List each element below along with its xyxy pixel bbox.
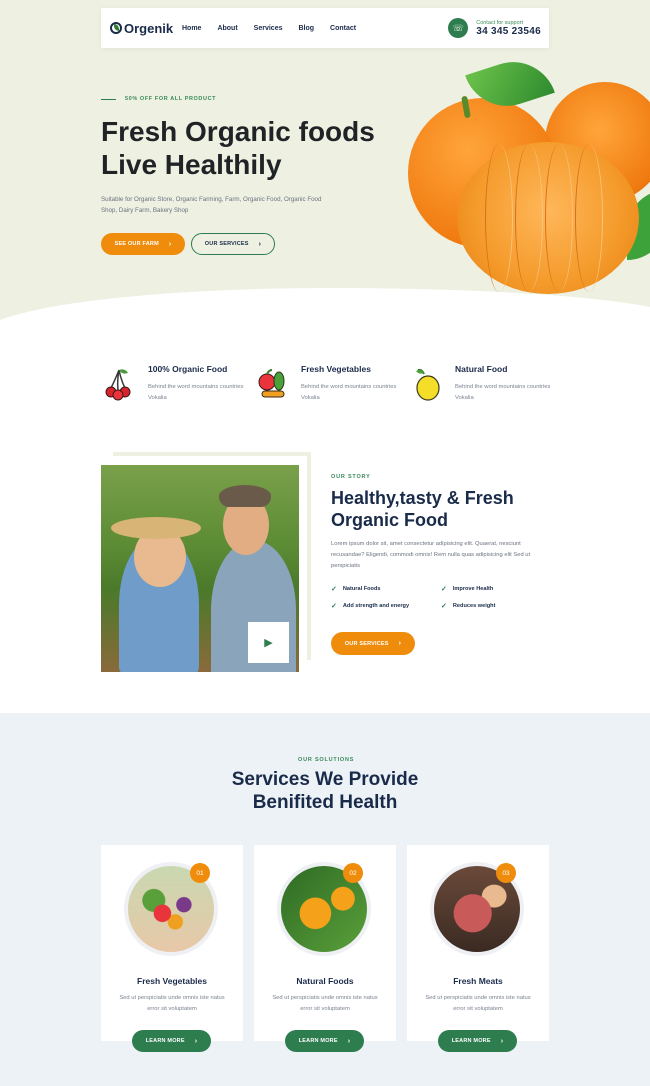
cherries-icon	[105, 369, 131, 401]
benefit-item: ✓ Improve Health	[441, 586, 494, 593]
card-number-badge: 01	[190, 863, 210, 883]
benefits-list: ✓ Natural Foods ✓ Improve Health ✓ Add stre…	[331, 585, 541, 610]
story-title: Healthy,tasty & Fresh Organic Food	[331, 488, 514, 530]
site-header: Orgenik Home About Services Blog Contact…	[101, 8, 549, 48]
features-row: 100% Organic Food Behind the word mounta…	[101, 364, 551, 412]
feature-title: Fresh Vegetables	[301, 364, 371, 374]
service-card: 02 Natural Foods Sed ut perspiciatis und…	[254, 845, 396, 1052]
our-services-button[interactable]: OUR SERVICES ›	[191, 233, 275, 255]
hero-tag: 50% OFF FOR ALL PRODUCT	[101, 96, 216, 102]
check-icon: ✓	[331, 586, 337, 593]
check-icon: ✓	[441, 603, 447, 610]
main-nav: Home About Services Blog Contact	[182, 25, 372, 32]
card-text: Sed ut perspiciatis unde omnis iste natu…	[272, 995, 378, 1012]
feature-title: Natural Food	[455, 364, 508, 374]
hero-description: Suitable for Organic Store, Organic Farm…	[101, 196, 322, 214]
chevron-right-icon: ›	[168, 240, 172, 248]
learn-more-button[interactable]: LEARN MORE ›	[285, 1030, 364, 1052]
chevron-right-icon: ›	[258, 240, 262, 248]
nav-services[interactable]: Services	[254, 25, 283, 32]
feature-text: Behind the word mountains countries Voka…	[148, 384, 244, 401]
card-title: Fresh Meats	[453, 976, 503, 986]
logo[interactable]: Orgenik	[110, 21, 174, 36]
hero-section: 50% OFF FOR ALL PRODUCT Fresh Organic fo…	[0, 0, 650, 330]
hero-title: Fresh Organic foods Live Healthily	[101, 116, 375, 180]
feature-title: 100% Organic Food	[148, 364, 228, 374]
benefit-item: ✓ Reduces weight	[441, 603, 496, 610]
see-our-farm-button[interactable]: SEE OUR FARM ›	[101, 233, 185, 255]
feature-item: Fresh Vegetables Behind the word mountai…	[254, 364, 404, 412]
card-title: Natural Foods	[296, 976, 354, 986]
story-description: Lorem ipsum dolor sit, amet consectetur …	[331, 541, 531, 569]
lemon-icon	[416, 368, 440, 401]
chevron-right-icon: ›	[194, 1037, 198, 1045]
headset-icon: ☏	[448, 18, 469, 38]
play-icon: ▶	[264, 637, 273, 649]
check-icon: ✓	[441, 586, 447, 593]
support-contact[interactable]: ☏ Contact for support 34 345 23546	[448, 18, 541, 38]
learn-more-button[interactable]: LEARN MORE ›	[438, 1030, 517, 1052]
story-tag: OUR STORY	[331, 474, 371, 480]
chevron-right-icon: ›	[500, 1037, 504, 1045]
oranges-image	[405, 50, 650, 300]
card-number-badge: 02	[343, 863, 363, 883]
card-number-badge: 03	[496, 863, 516, 883]
leaf-logo-icon	[110, 22, 122, 34]
check-icon: ✓	[331, 603, 337, 610]
card-text: Sed ut perspiciatis unde omnis iste natu…	[119, 995, 225, 1012]
service-card: 01 Fresh Vegetables Sed ut perspiciatis …	[101, 845, 243, 1052]
nav-contact[interactable]: Contact	[330, 25, 356, 32]
feature-text: Behind the word mountains countries Voka…	[301, 384, 397, 401]
nav-about[interactable]: About	[217, 25, 237, 32]
feature-text: Behind the word mountains countries Voka…	[455, 384, 551, 401]
card-text: Sed ut perspiciatis unde omnis iste natu…	[425, 995, 531, 1012]
play-video-button[interactable]: ▶	[248, 622, 289, 663]
chevron-right-icon: ›	[398, 640, 402, 647]
service-card: 03 Fresh Meats Sed ut perspiciatis unde …	[407, 845, 549, 1052]
chevron-right-icon: ›	[347, 1037, 351, 1045]
benefit-item: ✓ Add strength and energy	[331, 603, 410, 610]
nav-home[interactable]: Home	[182, 25, 201, 32]
story-services-button[interactable]: OUR SERVICES ›	[331, 632, 415, 655]
services-tag: OUR SOLUTIONS	[298, 757, 355, 763]
services-section: OUR SOLUTIONS Services We Provide Benifit…	[0, 713, 650, 1086]
services-title: Services We Provide Benifited Health	[231, 769, 419, 813]
benefit-item: ✓ Natural Foods	[331, 586, 381, 593]
vegetables-icon	[258, 369, 285, 398]
learn-more-button[interactable]: LEARN MORE ›	[132, 1030, 211, 1052]
feature-item: 100% Organic Food Behind the word mounta…	[101, 364, 251, 412]
nav-blog[interactable]: Blog	[298, 25, 314, 32]
card-title: Fresh Vegetables	[137, 976, 207, 986]
feature-item: Natural Food Behind the word mountains c…	[408, 364, 558, 412]
support-phone: 34 345 23546	[476, 25, 541, 37]
